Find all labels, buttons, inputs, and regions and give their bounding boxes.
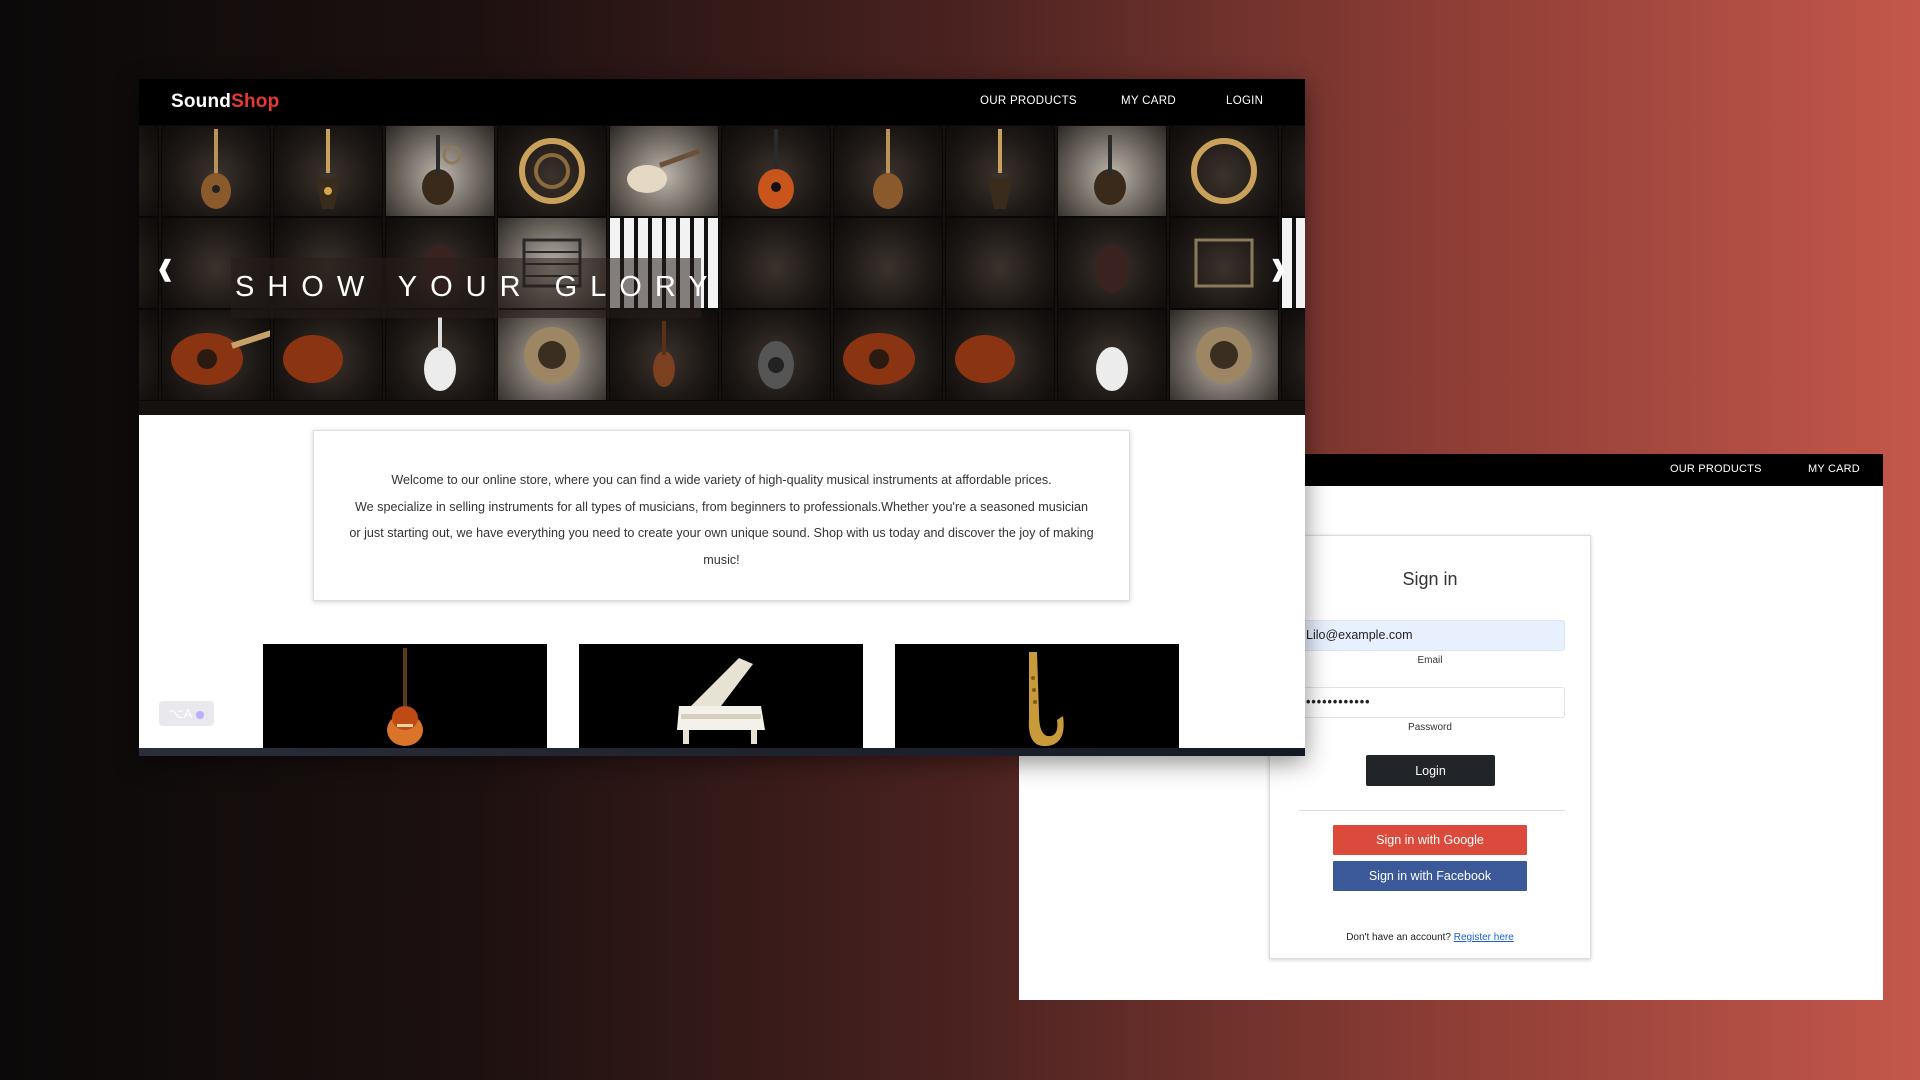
- divider: [1299, 810, 1565, 811]
- carousel-prev-arrow-icon[interactable]: ❰: [156, 256, 174, 282]
- soundshop-logo[interactable]: SoundShop: [171, 91, 279, 113]
- nav-our-products-link[interactable]: OUR PRODUCTS: [980, 95, 1077, 107]
- register-prompt-line: Don't have an account? Register here: [1270, 932, 1590, 943]
- login-button[interactable]: Login: [1366, 755, 1495, 786]
- intro-card: Welcome to our online store, where you c…: [313, 430, 1130, 601]
- hero-carousel: SHOW YOUR GLORY ❰ ❱: [139, 125, 1305, 415]
- signin-card: Sign in Lilo@example.com Email •••••••••…: [1269, 535, 1591, 959]
- facebook-signin-button[interactable]: Sign in with Facebook: [1333, 861, 1527, 891]
- translate-indicator-icon: [196, 710, 205, 719]
- nav-my-card-link[interactable]: MY CARD: [1121, 95, 1176, 107]
- intro-line-1: Welcome to our online store, where you c…: [391, 473, 1052, 487]
- email-label: Email: [1417, 655, 1443, 666]
- password-field[interactable]: ••••••••••••: [1299, 687, 1565, 718]
- register-link[interactable]: Register here: [1454, 932, 1514, 943]
- intro-line-3: or just starting out, we have everything…: [349, 526, 1094, 540]
- translate-shortcut-label: ⌥A: [168, 706, 193, 721]
- home-page-window: SoundShop OUR PRODUCTS MY CARD LOGIN SHO…: [139, 79, 1305, 756]
- nav-my-card-link[interactable]: MY CARD: [1808, 463, 1860, 475]
- product-card-guitar[interactable]: [263, 644, 547, 748]
- google-signin-button[interactable]: Sign in with Google: [1333, 825, 1527, 855]
- product-card-piano[interactable]: [579, 644, 863, 748]
- intro-line-2: We specialize in selling instruments for…: [355, 499, 1088, 514]
- hero-slogan: SHOW YOUR GLORY: [235, 271, 721, 303]
- nav-our-products-link[interactable]: OUR PRODUCTS: [1670, 463, 1762, 475]
- grand-piano-image: [677, 658, 765, 744]
- password-label: Password: [1408, 722, 1452, 733]
- register-prompt-text: Don't have an account?: [1346, 932, 1451, 943]
- product-card-saxophone[interactable]: [895, 644, 1179, 748]
- translate-button[interactable]: ⌥A: [159, 701, 214, 726]
- home-page-navbar: SoundShop OUR PRODUCTS MY CARD LOGIN: [139, 79, 1305, 125]
- page-bottom-strip: [139, 748, 1305, 756]
- logo-part-sound: Sound: [171, 91, 232, 112]
- nav-login-link[interactable]: LOGIN: [1226, 95, 1263, 107]
- electric-guitar-image: [387, 648, 423, 746]
- email-field[interactable]: Lilo@example.com: [1299, 620, 1565, 651]
- saxophone-image: [1028, 652, 1064, 747]
- carousel-next-arrow-icon[interactable]: ❱: [1269, 256, 1287, 282]
- intro-line-4: music!: [703, 552, 740, 567]
- logo-part-shop: Shop: [231, 91, 280, 112]
- signin-title: Sign in: [1402, 569, 1458, 589]
